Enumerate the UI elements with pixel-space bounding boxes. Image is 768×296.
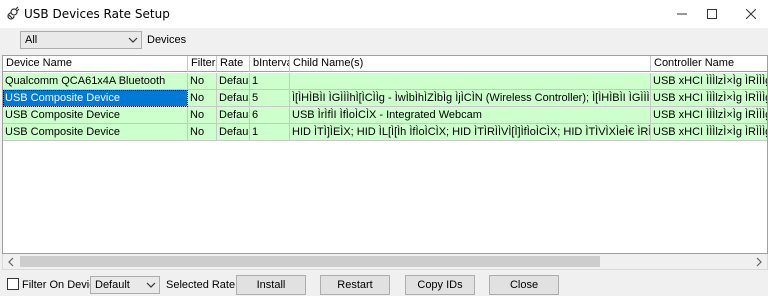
selected-rate-label: Selected Rate [166, 279, 236, 291]
horizontal-scrollbar[interactable] [2, 254, 768, 270]
cell-controller-name[interactable]: USB xHCI ÌÌÌlzÌ×Ìg ÌRÌÌÌgÌ[Ì(-A [651, 124, 767, 141]
chevron-down-icon [146, 282, 156, 288]
cell-rate[interactable]: Default [217, 124, 250, 141]
cell-filter[interactable]: No [188, 124, 217, 141]
title-bar: USB Devices Rate Setup [0, 0, 768, 28]
cell-binterval[interactable]: 6 [250, 107, 290, 124]
chevron-down-icon [128, 37, 138, 43]
cell-binterval[interactable]: 5 [250, 90, 290, 107]
column-header-device-name[interactable]: Device Name [3, 56, 188, 72]
table-row[interactable]: Qualcomm QCA61x4A Bluetooth No Default 1… [3, 73, 767, 90]
maximize-icon [707, 9, 717, 19]
cell-child-names[interactable]: Ì[ÌHÌBÌI ÌGÌÌÌhÌ[ÌCÌÌg - ÌwÌbÌhÌZÌbÌg Ìj… [290, 90, 651, 107]
maximize-button[interactable] [697, 0, 727, 28]
device-filter-select[interactable]: All [20, 31, 142, 49]
close-icon [746, 9, 756, 19]
cell-rate[interactable]: Default [217, 73, 250, 90]
minimize-icon [677, 13, 687, 15]
scrollbar-thumb[interactable] [20, 256, 600, 267]
table-row[interactable]: USB Composite Device No Default 6 USB Ìr… [3, 107, 767, 124]
rate-select-value: Default [95, 279, 130, 291]
cell-filter[interactable]: No [188, 73, 217, 90]
rate-select[interactable]: Default [90, 276, 160, 294]
plug-icon [7, 6, 20, 20]
cell-binterval[interactable]: 1 [250, 73, 290, 90]
restart-button[interactable]: Restart [320, 275, 390, 295]
scroll-right-button[interactable] [751, 254, 767, 270]
table-header: Device Name Filter? Rate bInterval Child… [3, 56, 767, 72]
chevron-left-icon [8, 257, 14, 267]
cell-controller-name[interactable]: USB xHCI ÌÌÌlzÌ×Ìg ÌRÌÌÌgÌ[Ì(-A [651, 73, 767, 90]
column-header-filter[interactable]: Filter? [188, 56, 217, 72]
cell-child-names[interactable]: HID ÌTÌ]ÌEÌX; HID ÌL[Ì[Ìh ÌfÌoÌCÌX; HID … [290, 124, 651, 141]
chevron-right-icon [756, 257, 762, 267]
copy-ids-button[interactable]: Copy IDs [405, 275, 475, 295]
table-row[interactable]: USB Composite Device No Default 5 Ì[ÌHÌB… [3, 90, 767, 107]
close-window-button[interactable] [736, 0, 766, 28]
cell-controller-name[interactable]: USB xHCI ÌÌÌlzÌ×Ìg ÌRÌÌÌgÌ[Ì(-A [651, 90, 767, 107]
minimize-button[interactable] [667, 0, 697, 28]
install-service-button[interactable]: Install Service [236, 275, 306, 295]
close-button[interactable]: Close [489, 275, 559, 295]
column-header-binterval[interactable]: bInterval [250, 56, 290, 72]
cell-device-name[interactable]: USB Composite Device [3, 90, 188, 107]
cell-binterval[interactable]: 1 [250, 124, 290, 141]
cell-device-name[interactable]: USB Composite Device [3, 124, 188, 141]
devices-label: Devices [147, 34, 187, 46]
cell-filter[interactable]: No [188, 90, 217, 107]
column-header-child-names[interactable]: Child Name(s) [290, 56, 651, 72]
cell-filter[interactable]: No [188, 107, 217, 124]
window-title: USB Devices Rate Setup [24, 7, 170, 21]
table-row[interactable]: USB Composite Device No Default 1 HID ÌT… [3, 124, 767, 141]
device-filter-value: All [25, 34, 38, 46]
cell-child-names[interactable] [290, 73, 651, 90]
device-table[interactable]: Device Name Filter? Rate bInterval Child… [2, 55, 768, 254]
cell-rate[interactable]: Default [217, 90, 250, 107]
cell-rate[interactable]: Default [217, 107, 250, 124]
cell-device-name[interactable]: Qualcomm QCA61x4A Bluetooth [3, 73, 188, 90]
cell-child-names[interactable]: USB ÌrÌfÌI ÌfÌoÌCÌX - Integrated Webcam [290, 107, 651, 124]
filter-on-device-checkbox[interactable] [7, 278, 19, 290]
column-header-rate[interactable]: Rate [217, 56, 250, 72]
cell-controller-name[interactable]: USB xHCI ÌÌÌlzÌ×Ìg ÌRÌÌÌgÌ[Ì(-A [651, 107, 767, 124]
column-header-controller-name[interactable]: Controller Name [651, 56, 767, 72]
cell-device-name[interactable]: USB Composite Device [3, 107, 188, 124]
scroll-left-button[interactable] [3, 254, 19, 270]
